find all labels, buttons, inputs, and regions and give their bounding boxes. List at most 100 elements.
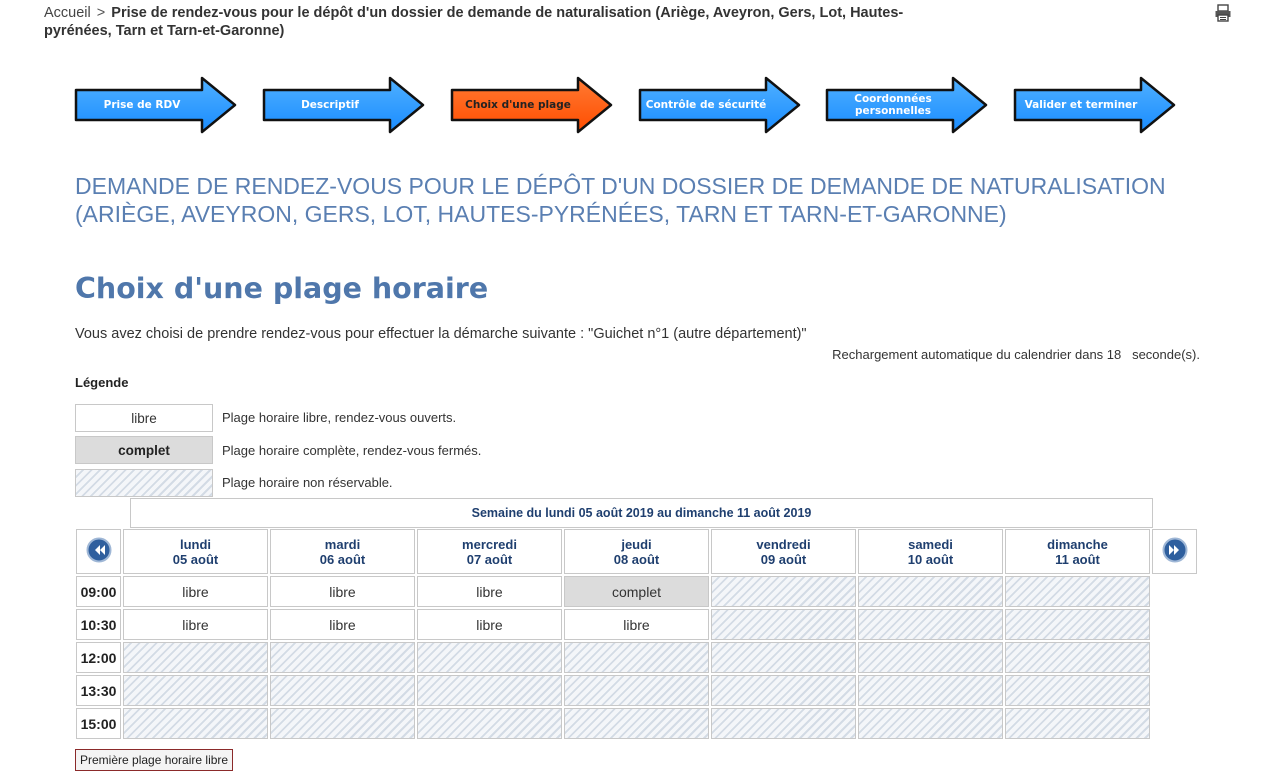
step-3[interactable]: Choix d'une plage bbox=[450, 76, 614, 134]
week-label: Semaine du lundi 05 août 2019 au dimanch… bbox=[130, 498, 1153, 528]
calendar-table: lundi 05 août mardi 06 août mercredi 07 août j… bbox=[74, 527, 1199, 741]
slot-unavailable bbox=[417, 642, 562, 673]
step-label: Valider et terminer bbox=[1024, 99, 1138, 111]
slot-unavailable bbox=[123, 675, 268, 706]
step-5[interactable]: Coordonnées personnelles bbox=[825, 76, 989, 134]
slot-libre[interactable]: libre bbox=[123, 576, 268, 607]
calendar-header-row: lundi 05 août mardi 06 août mercredi 07 août j… bbox=[76, 529, 1197, 574]
slot-unavailable bbox=[858, 609, 1003, 640]
step-label: Descriptif bbox=[301, 99, 359, 111]
page-subtitle: Choix d'une plage horaire bbox=[75, 272, 489, 305]
slot-unavailable bbox=[858, 576, 1003, 607]
page-title: DEMANDE DE RENDEZ-VOUS POUR LE DÉPÔT D'U… bbox=[75, 173, 1166, 227]
time-label: 13:30 bbox=[76, 675, 121, 706]
slot-unavailable bbox=[711, 708, 856, 739]
slot-libre[interactable]: libre bbox=[564, 609, 709, 640]
slot-unavailable bbox=[1005, 576, 1150, 607]
breadcrumb-home-link[interactable]: Accueil bbox=[44, 5, 91, 21]
step-4[interactable]: Contrôle de sécurité bbox=[638, 76, 802, 134]
spacer-cell bbox=[1152, 609, 1197, 640]
day-header-samedi: samedi 10 août bbox=[858, 529, 1003, 574]
slot-unavailable bbox=[858, 675, 1003, 706]
step-1[interactable]: Prise de RDV bbox=[74, 76, 238, 134]
step-label: Contrôle de sécurité bbox=[645, 99, 767, 111]
slot-unavailable bbox=[1005, 609, 1150, 640]
breadcrumb-separator: > bbox=[96, 5, 106, 21]
slot-unavailable bbox=[1005, 708, 1150, 739]
slot-unavailable bbox=[564, 642, 709, 673]
day-name: vendredi bbox=[756, 536, 811, 552]
step-label: Coordonnées personnelles bbox=[854, 93, 932, 117]
print-icon[interactable] bbox=[1214, 4, 1232, 22]
day-header-mercredi: mercredi 07 août bbox=[417, 529, 562, 574]
first-free-slot-button[interactable]: Première plage horaire libre bbox=[75, 749, 234, 771]
slot-unavailable bbox=[123, 708, 268, 739]
slot-unavailable bbox=[564, 675, 709, 706]
day-name: mercredi bbox=[462, 536, 517, 552]
slot-libre[interactable]: libre bbox=[270, 576, 415, 607]
slot-unavailable bbox=[1005, 642, 1150, 673]
legend-desc-libre: Plage horaire libre, rendez-vous ouverts… bbox=[222, 410, 457, 425]
breadcrumb-current: Prise de rendez-vous pour le dépôt d'un … bbox=[44, 5, 904, 39]
day-header-dimanche: dimanche 11 août bbox=[1005, 529, 1150, 574]
previous-arrow-icon bbox=[86, 537, 111, 563]
next-week-button[interactable] bbox=[1152, 529, 1197, 574]
slot-unavailable bbox=[1005, 675, 1150, 706]
slot-unavailable bbox=[858, 708, 1003, 739]
day-date: 06 août bbox=[319, 551, 366, 567]
time-label: 12:00 bbox=[76, 642, 121, 673]
time-label: 10:30 bbox=[76, 609, 121, 640]
time-label: 09:00 bbox=[76, 576, 121, 607]
next-arrow-icon bbox=[1162, 537, 1187, 563]
slot-unavailable bbox=[270, 675, 415, 706]
day-date: 08 août bbox=[613, 551, 660, 567]
time-label: 15:00 bbox=[76, 708, 121, 739]
time-row: 10:30 libre libre libre libre bbox=[76, 609, 1197, 640]
slot-unavailable bbox=[711, 675, 856, 706]
legend-box-libre: libre bbox=[75, 404, 213, 432]
day-header-lundi: lundi 05 août bbox=[123, 529, 268, 574]
slot-unavailable bbox=[417, 675, 562, 706]
slot-unavailable bbox=[417, 708, 562, 739]
time-row: 09:00 libre libre libre complet bbox=[76, 576, 1197, 607]
step-2[interactable]: Descriptif bbox=[262, 76, 426, 134]
time-row: 13:30 bbox=[76, 675, 1197, 706]
day-name: dimanche bbox=[1047, 536, 1108, 552]
slot-unavailable bbox=[564, 708, 709, 739]
day-date: 07 août bbox=[466, 551, 513, 567]
slot-unavailable bbox=[123, 642, 268, 673]
legend-box-complet: complet bbox=[75, 436, 213, 464]
step-label: Choix d'une plage bbox=[465, 99, 571, 111]
legend-box-unavailable bbox=[75, 469, 213, 497]
day-name: jeudi bbox=[621, 536, 652, 552]
day-name: lundi bbox=[179, 536, 212, 552]
step-6[interactable]: Valider et terminer bbox=[1013, 76, 1177, 134]
legend-desc-unavailable: Plage horaire non réservable. bbox=[222, 475, 393, 490]
day-date: 05 août bbox=[172, 551, 219, 567]
slot-libre[interactable]: libre bbox=[417, 609, 562, 640]
day-name: mardi bbox=[324, 536, 361, 552]
slot-libre[interactable]: libre bbox=[270, 609, 415, 640]
spacer-cell bbox=[1152, 708, 1197, 739]
slot-libre[interactable]: libre bbox=[417, 576, 562, 607]
day-date: 10 août bbox=[907, 551, 954, 567]
previous-week-button[interactable] bbox=[76, 529, 121, 574]
slot-complet: complet bbox=[564, 576, 709, 607]
spacer-cell bbox=[1152, 675, 1197, 706]
day-date: 09 août bbox=[760, 551, 807, 567]
spacer-cell bbox=[1152, 642, 1197, 673]
slot-libre[interactable]: libre bbox=[123, 609, 268, 640]
slot-unavailable bbox=[711, 609, 856, 640]
slot-unavailable bbox=[711, 642, 856, 673]
step-label: Prise de RDV bbox=[103, 99, 181, 111]
legend-desc-complet: Plage horaire complète, rendez-vous ferm… bbox=[222, 443, 482, 458]
progress-steps: Prise de RDV Descriptif Choix d'une plage C… bbox=[74, 76, 1184, 134]
day-header-mardi: mardi 06 août bbox=[270, 529, 415, 574]
day-date: 11 août bbox=[1055, 551, 1100, 567]
day-name: samedi bbox=[908, 536, 953, 552]
slot-unavailable bbox=[858, 642, 1003, 673]
day-header-jeudi: jeudi 08 août bbox=[564, 529, 709, 574]
time-row: 12:00 bbox=[76, 642, 1197, 673]
day-header-vendredi: vendredi 09 août bbox=[711, 529, 856, 574]
time-row: 15:00 bbox=[76, 708, 1197, 739]
